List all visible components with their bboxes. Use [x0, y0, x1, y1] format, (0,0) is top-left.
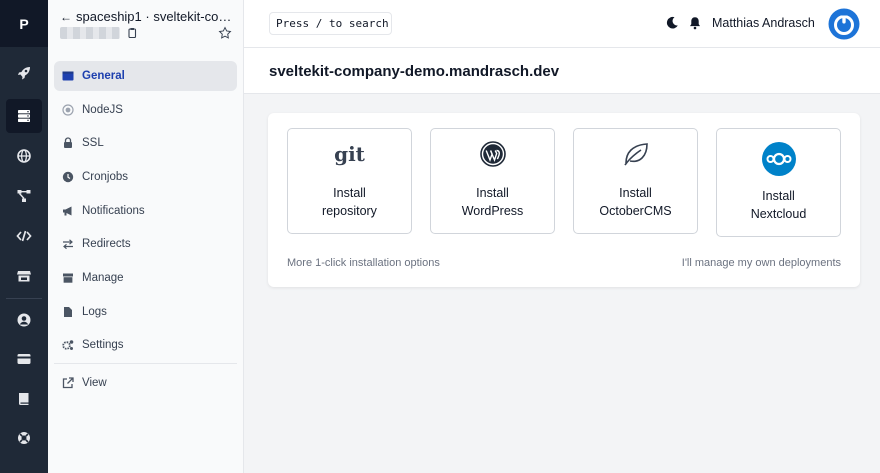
- arrows-icon: [62, 238, 74, 250]
- nav-label: General: [82, 70, 125, 82]
- top-bar: Press / to search Matthias Andrasch: [244, 0, 880, 48]
- store-icon[interactable]: [6, 259, 42, 293]
- manage-own-deployments-link[interactable]: I'll manage my own deployments: [682, 257, 841, 269]
- nav-label: NodeJS: [82, 104, 123, 116]
- redacted-ip: [60, 27, 120, 39]
- app-title-link[interactable]: ← spaceship1 · sveltekit-company-demo: [60, 9, 238, 24]
- wordpress-icon: [479, 141, 506, 167]
- server-icon[interactable]: [6, 99, 42, 133]
- nav-label: Manage: [82, 272, 124, 284]
- nextcloud-icon: [761, 141, 797, 177]
- moon-icon[interactable]: [665, 16, 679, 30]
- option-label-line2: OctoberCMS: [599, 204, 672, 218]
- arrow-left-icon[interactable]: ←: [60, 10, 72, 24]
- nav-item-redirects[interactable]: Redirects: [54, 229, 237, 259]
- option-label-line1: Install: [476, 186, 509, 200]
- nav-item-cronjobs[interactable]: Cronjobs: [54, 162, 237, 192]
- credit-card-icon[interactable]: [6, 342, 42, 376]
- sidebar-header: ← spaceship1 · sveltekit-company-demo: [48, 0, 244, 48]
- node-icon: [62, 104, 74, 116]
- lock-icon: [62, 137, 74, 149]
- search-button[interactable]: Press / to search: [269, 12, 392, 35]
- nav-label: Settings: [82, 339, 124, 351]
- nav-item-manage[interactable]: Manage: [54, 263, 237, 293]
- nav-label: Notifications: [82, 205, 145, 217]
- install-octobercms-button[interactable]: Install OctoberCMS: [573, 128, 698, 234]
- window-icon: [62, 70, 74, 82]
- app-subtitle: [60, 27, 138, 39]
- option-label-line1: Install: [762, 189, 795, 203]
- app-logo[interactable]: P: [0, 0, 48, 47]
- nav-item-nodejs[interactable]: NodeJS: [54, 95, 237, 125]
- lifebuoy-icon[interactable]: [6, 421, 42, 455]
- nav-label: View: [82, 377, 107, 389]
- nav-item-notifications[interactable]: Notifications: [54, 196, 237, 226]
- external-link-icon: [62, 377, 74, 389]
- cogs-icon: [62, 339, 74, 351]
- icon-rail: P: [0, 0, 48, 473]
- bell-icon[interactable]: [688, 16, 702, 30]
- avatar[interactable]: [828, 8, 860, 40]
- page-header: sveltekit-company-demo.mandrasch.dev: [244, 48, 880, 94]
- install-nextcloud-button[interactable]: Install Nextcloud: [716, 128, 841, 237]
- nav-label: Redirects: [82, 238, 131, 250]
- rail-divider: [6, 298, 42, 299]
- nav-item-view[interactable]: View: [54, 368, 237, 398]
- code-icon[interactable]: [6, 219, 42, 253]
- nav-item-ssl[interactable]: SSL: [54, 128, 237, 158]
- megaphone-icon: [62, 205, 74, 217]
- book-icon[interactable]: [6, 382, 42, 416]
- clock-icon: [62, 171, 74, 183]
- box-icon: [62, 272, 74, 284]
- option-label-line2: repository: [322, 204, 377, 218]
- git-icon: git: [334, 142, 365, 166]
- nav-item-settings[interactable]: Settings: [54, 330, 237, 360]
- network-icon[interactable]: [6, 179, 42, 213]
- nav-label: SSL: [82, 137, 104, 149]
- star-icon[interactable]: [218, 26, 232, 40]
- nav-label: Cronjobs: [82, 171, 129, 183]
- install-card: git Install repository Install WordPress…: [268, 113, 860, 287]
- app-title: spaceship1 · sveltekit-company-demo: [76, 9, 236, 24]
- copy-icon[interactable]: [126, 27, 138, 39]
- option-label-line1: Install: [619, 186, 652, 200]
- leaf-icon: [622, 141, 650, 167]
- user-circle-icon[interactable]: [6, 303, 42, 337]
- option-label-line2: Nextcloud: [750, 207, 807, 221]
- file-icon: [62, 306, 74, 318]
- globe-icon[interactable]: [6, 139, 42, 173]
- sidebar: ← spaceship1 · sveltekit-company-demo Ge…: [48, 0, 244, 473]
- install-repository-button[interactable]: git Install repository: [287, 128, 412, 234]
- install-wordpress-button[interactable]: Install WordPress: [430, 128, 555, 234]
- nav-label: Logs: [82, 306, 107, 318]
- more-install-options-link[interactable]: More 1-click installation options: [287, 257, 440, 269]
- user-name[interactable]: Matthias Andrasch: [712, 16, 815, 30]
- nav-item-logs[interactable]: Logs: [54, 297, 237, 327]
- nav-item-general[interactable]: General: [54, 61, 237, 91]
- option-label-line1: Install: [333, 186, 366, 200]
- option-label-line2: WordPress: [461, 204, 524, 218]
- rocket-icon[interactable]: [6, 56, 42, 90]
- page-title: sveltekit-company-demo.mandrasch.dev: [269, 63, 560, 80]
- nav-divider: [54, 363, 237, 364]
